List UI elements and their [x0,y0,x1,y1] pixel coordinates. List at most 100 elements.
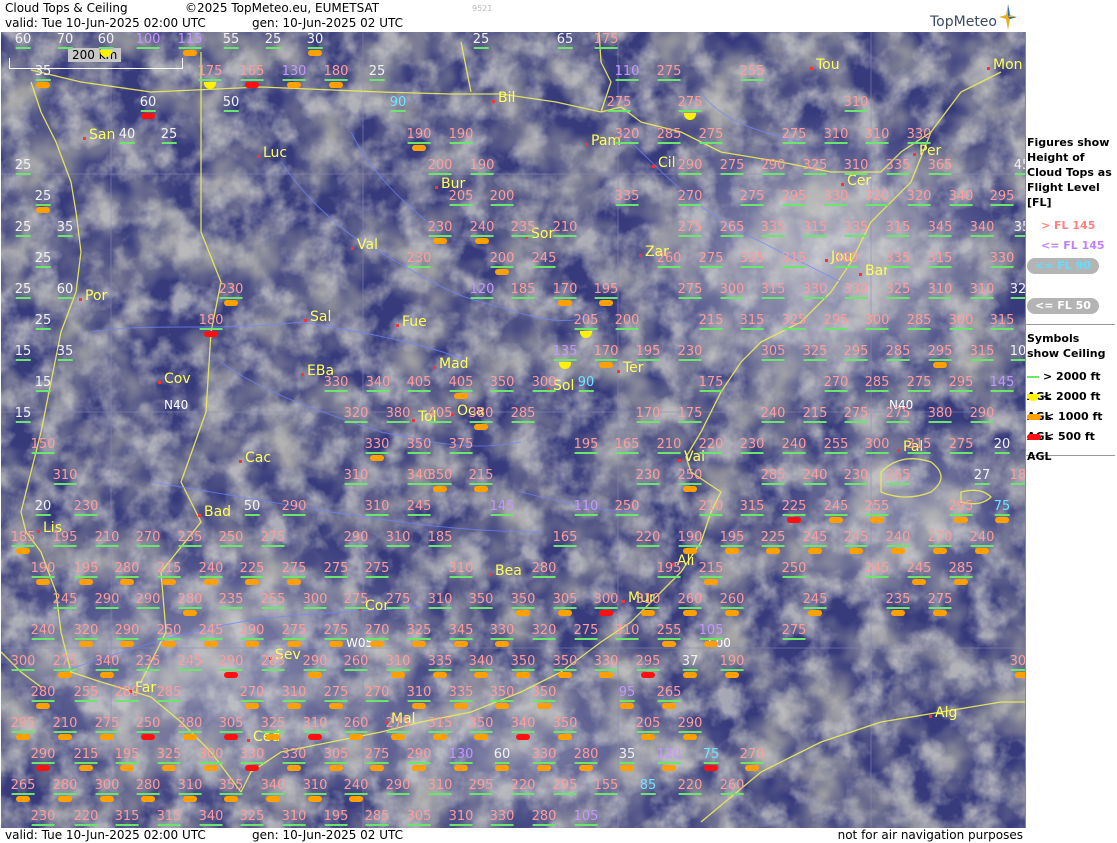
ceiling-orange-icon [370,641,384,647]
cloud-top-value: 165 [552,530,578,545]
cloud-top-value: 310 [302,778,328,793]
cloud-top-value: 330 [823,189,849,204]
cloud-top-value: 315 [989,313,1015,328]
cloud-top-value: 305 [760,344,786,359]
cloud-top-value: 240 [760,406,786,421]
cloud-top-value: 340 [468,654,494,669]
ceiling-orange-icon [870,517,884,523]
disclaimer: not for air navigation purposes [837,828,1023,842]
cloud-top-value: 330 [906,127,932,142]
topmeteo-logo[interactable]: TopMeteo [930,4,1017,30]
ceiling-orange-icon [100,672,114,678]
cloud-top-value: 335 [427,654,453,669]
cloud-top-value: 25 [34,251,52,266]
cloud-top-value: 200 [427,158,453,173]
ceiling-orange-icon [454,765,468,771]
cloud-top-value: 10 [1009,344,1026,359]
cloud-top-value: 320 [906,189,932,204]
cloud-top-value: 325 [781,313,807,328]
cloud-top-value: 130 [281,64,307,79]
ceiling-orange-icon [391,672,405,678]
cloud-top-value: 350 [552,654,578,669]
cloud-top-value: 280 [52,778,78,793]
ceiling-orange-icon [891,610,905,616]
cloud-top-value: 405 [406,375,432,390]
cloud-top-value: 300 [94,778,120,793]
ceiling-orange-icon [287,579,301,585]
city-label: Tou [810,57,840,73]
cloud-top-value: 210 [552,220,578,235]
cloud-top-value: 280 [531,561,557,576]
ceiling-orange-icon [287,82,301,88]
legend-fl-row: <= FL 90 [1027,256,1115,276]
ceiling-red-icon [141,113,155,119]
cloud-top-value: 280 [135,778,161,793]
cloud-top-value: 245 [906,561,932,576]
cloud-top-value: 295 [781,189,807,204]
ceiling-orange-icon [891,548,905,554]
cloud-top-value: 300 [864,437,890,452]
ceiling-orange-icon [579,765,593,771]
cloud-top-value: 280 [177,716,203,731]
cloud-top-value: 275 [281,561,307,576]
satellite-map[interactable]: 200 km N40 N40 W05 E00 Tou Mon Bil San Luc Pa… [1,32,1026,828]
cloud-top-value: 340 [198,809,224,824]
cloud-top-value: 175 [677,406,703,421]
ceiling-orange-icon [287,641,301,647]
ceiling-orange-icon [58,796,72,802]
ceiling-orange-icon [183,610,197,616]
cloud-top-value: 260 [343,654,369,669]
cloud-top-value: 245 [802,592,828,607]
cloud-top-value: 245 [864,561,890,576]
ceiling-orange-icon [308,796,322,802]
cloud-top-value: 270 [927,530,953,545]
cloud-top-value: 310 [823,127,849,142]
ceiling-symbol-legend: > 2000 ft AGL< 2000 ft AGL< 1000 ft AGL<… [1027,367,1115,463]
ceiling-orange-icon [683,548,697,554]
ceiling-orange-icon [808,548,822,554]
city-label: Val [351,237,378,253]
ceiling-orange-icon [725,610,739,616]
ceiling-orange-icon [933,548,947,554]
cloud-top-value: 205 [573,313,599,328]
cloud-top-value: 155 [593,778,619,793]
ceiling-orange-icon [683,486,697,492]
cloud-top-value: 260 [343,716,369,731]
ceiling-orange-icon [558,672,572,678]
cloud-top-value: 330 [281,747,307,762]
cloud-top-value: 305 [218,716,244,731]
ceiling-orange-icon [433,238,447,244]
ceiling-orange-icon [370,455,384,461]
city-label: Cac [238,450,272,466]
cloud-top-value: 350 [510,654,536,669]
cloud-top-value: 300 [198,747,224,762]
city-label: Mad [433,356,469,372]
cloud-top-value: 205 [448,189,474,204]
cloud-top-value: 230 [406,251,432,266]
cloud-top-value: 245 [843,530,869,545]
cloud-top-value: 285 [156,685,182,700]
cloud-top-value: 170 [552,282,578,297]
cloud-top-value: 280 [177,592,203,607]
cloud-top-value: 275 [906,375,932,390]
cloud-top-value: 225 [239,561,265,576]
ceiling-orange-icon [329,703,343,709]
ceiling-orange-icon [120,765,134,771]
ceiling-orange-icon [329,641,343,647]
cloud-top-value: 290 [302,654,328,669]
cloud-top-value: 245 [531,251,557,266]
ceiling-red-icon [641,672,655,678]
cloud-top-value: 290 [677,158,703,173]
cloud-top-value: 215 [156,561,182,576]
ceiling-orange-icon [995,517,1009,523]
ceiling-orange-icon [141,796,155,802]
cloud-top-value: 150 [30,437,56,452]
cloud-top-value: 220 [73,809,99,824]
cloud-top-value: 285 [656,127,682,142]
cloud-top-value: 195 [114,747,140,762]
cloud-top-value: 275 [323,623,349,638]
ceiling-orange-icon [829,517,843,523]
cloud-top-value: 210 [656,437,682,452]
cloud-top-value: 190 [406,127,432,142]
cloud-top-value: 30 [306,32,324,47]
